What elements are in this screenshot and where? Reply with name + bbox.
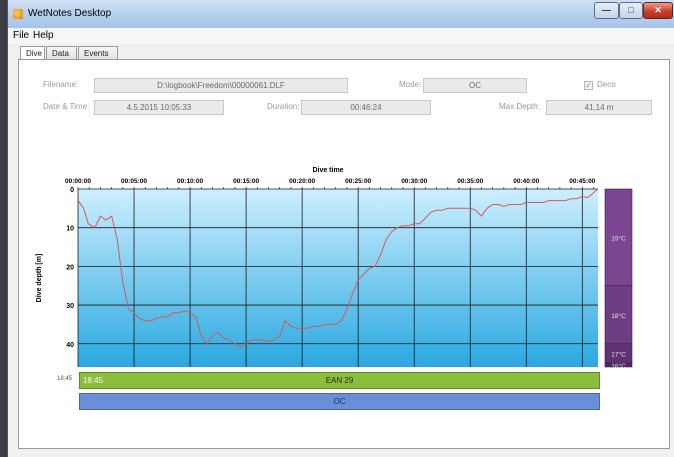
maximize-button[interactable]: □	[619, 2, 643, 19]
mode-field[interactable]: OC	[423, 78, 527, 93]
filename-label: Filename:	[43, 80, 79, 89]
y-tick-label: 10	[66, 226, 74, 233]
chart-title: Dive time	[312, 167, 343, 174]
temperature-label: 18°C	[611, 312, 626, 320]
x-tick-label: 00:00:00	[65, 178, 91, 185]
menu-file[interactable]: File	[13, 30, 29, 41]
maxdepth-label: Max Depth:	[499, 102, 540, 111]
maxdepth-field[interactable]: 41,14 m	[546, 100, 652, 115]
temperature-bar: 19°C 18°C 17°C 16°C	[604, 188, 633, 370]
y-tick-label: 0	[70, 187, 74, 194]
minimize-button[interactable]: —	[594, 2, 619, 19]
close-button[interactable]: ✕	[643, 2, 673, 19]
plot-area	[78, 189, 598, 367]
checkmark-icon: ✓	[585, 81, 592, 90]
tab-events[interactable]: Events	[78, 46, 118, 59]
close-icon: ✕	[654, 5, 662, 15]
app-icon	[13, 9, 23, 19]
x-tick-label: 00:15:00	[233, 178, 259, 185]
title-bar[interactable]: WetNotes Desktop — □ ✕	[8, 0, 674, 29]
x-axis-ticks: 00:00:00 00:05:00 00:10:00 00:15:00 00:20:00…	[65, 178, 596, 189]
deco-checkbox[interactable]: ✓	[584, 81, 593, 90]
x-tick-label: 00:35:00	[457, 178, 483, 185]
app-window: WetNotes Desktop — □ ✕ File Help Dive Da…	[7, 0, 674, 457]
x-tick-label: 00:40:00	[513, 178, 539, 185]
menu-help[interactable]: Help	[33, 30, 54, 41]
minimize-icon: —	[602, 5, 611, 15]
x-tick-label: 00:20:00	[289, 178, 315, 185]
x-tick-label: 00:10:00	[177, 178, 203, 185]
gas-start-time: 18:45	[83, 376, 104, 385]
x-tick-label: 00:45:00	[569, 178, 595, 185]
y-axis-label: Dive depth [m]	[36, 254, 43, 303]
tab-data[interactable]: Data	[46, 46, 77, 59]
gas-bar-ean[interactable]: 18:45 EAN 29	[79, 372, 600, 389]
y-axis-ticks: 0 10 20 30 40	[66, 187, 74, 349]
datetime-label: Date & Time:	[43, 102, 90, 111]
mode-bar-oc[interactable]: OC	[79, 393, 600, 410]
temperature-label: 16°C	[611, 362, 626, 370]
duration-label: Duration:	[267, 102, 300, 111]
gas-label: EAN 29	[325, 376, 354, 385]
dive-panel: Filename: D:\logbook\Freedom\00000061.DL…	[18, 59, 670, 449]
mode-bar-label: OC	[333, 397, 346, 406]
gas-start-label: 18:45	[57, 376, 73, 382]
tab-dive[interactable]: Dive	[20, 46, 45, 60]
duration-field[interactable]: 00:46:24	[301, 100, 431, 115]
x-tick-label: 00:30:00	[401, 178, 427, 185]
filename-field[interactable]: D:\logbook\Freedom\00000061.DLF	[94, 78, 348, 93]
deco-label: Deco	[597, 80, 616, 89]
mode-label: Mode:	[399, 80, 422, 89]
y-tick-label: 20	[66, 264, 74, 271]
menu-bar: File Help	[8, 28, 674, 44]
maximize-icon: □	[628, 5, 634, 15]
x-tick-label: 00:05:00	[121, 178, 147, 185]
datetime-field[interactable]: 4.5.2015 10:05:33	[94, 100, 224, 115]
window-title: WetNotes Desktop	[28, 8, 112, 19]
y-tick-label: 30	[66, 303, 74, 310]
x-tick-label: 00:25:00	[345, 178, 371, 185]
temperature-label: 19°C	[611, 234, 626, 242]
y-tick-label: 40	[66, 342, 74, 349]
temperature-label: 17°C	[611, 350, 626, 358]
